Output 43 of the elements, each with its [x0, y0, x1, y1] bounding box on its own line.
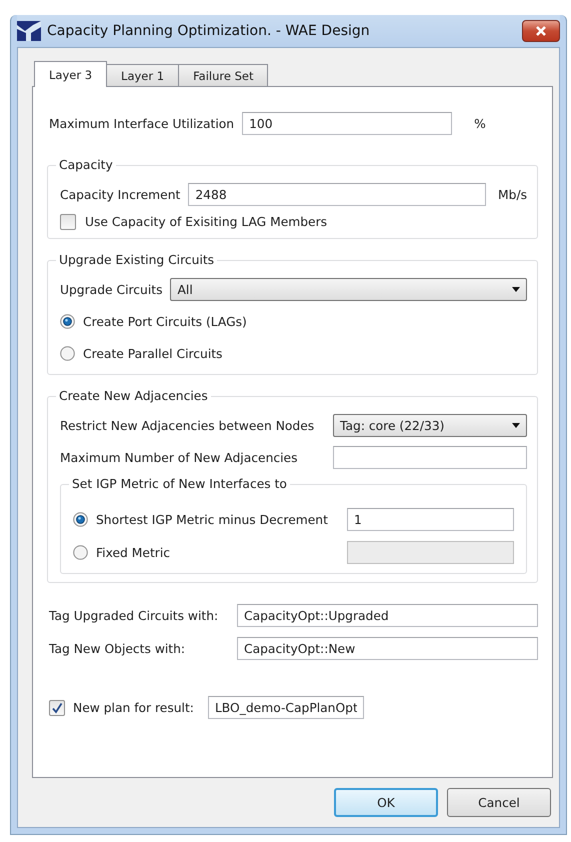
- radio-label: Shortest IGP Metric minus Decrement: [96, 512, 328, 526]
- app-logo-icon: [17, 21, 41, 41]
- radio-button[interactable]: [60, 346, 75, 361]
- field-label: Upgrade Circuits: [60, 282, 162, 296]
- checkbox-label: New plan for result:: [73, 700, 194, 714]
- caret-icon: [512, 287, 520, 292]
- cancel-button[interactable]: Cancel: [447, 788, 551, 817]
- checkbox[interactable]: [49, 700, 65, 716]
- group-title: Capacity: [58, 158, 114, 172]
- capacity-field[interactable]: 2488: [188, 183, 486, 206]
- nodes-dropdown[interactable]: Tag: core (22/33): [333, 414, 527, 437]
- group-title: Create New Adjacencies: [58, 389, 209, 403]
- checkbox[interactable]: [60, 214, 76, 230]
- radio-button[interactable]: [73, 512, 88, 527]
- adjacencies-field[interactable]: [333, 446, 527, 469]
- field-label: Tag Upgraded Circuits with:: [49, 608, 220, 622]
- checkbox-label: Use Capacity of Exisiting LAG Members: [85, 215, 328, 229]
- tab[interactable]: Layer 3: [34, 61, 108, 87]
- unit-label: Mb/s: [498, 188, 527, 202]
- metric-field[interactable]: 1: [347, 508, 514, 531]
- close-icon: [535, 25, 547, 37]
- radio-label: Create Port Circuits (LAGs): [83, 314, 247, 328]
- tag-field[interactable]: CapacityOpt::New: [237, 637, 538, 660]
- radio-label: Create Parallel Circuits: [83, 346, 222, 360]
- circuits-dropdown[interactable]: All: [170, 278, 527, 301]
- ok-button[interactable]: OK: [334, 788, 438, 817]
- field-label: Maximum Interface Utilization: [49, 116, 234, 130]
- tab[interactable]: Failure Set: [178, 64, 268, 86]
- radio-button[interactable]: [60, 314, 75, 329]
- unit-label: %: [474, 116, 486, 130]
- window-title: Capacity Planning Optimization. - WAE Design: [47, 23, 371, 39]
- tab[interactable]: Layer 1: [106, 64, 180, 86]
- caret-icon: [512, 423, 520, 428]
- field-label: Maximum Number of New Adjacencies: [60, 450, 299, 464]
- radio-label: Fixed Metric: [96, 546, 170, 560]
- utilization-field[interactable]: 100: [242, 112, 452, 135]
- group-title: Upgrade Existing Circuits: [58, 253, 216, 267]
- close-button[interactable]: [522, 20, 560, 42]
- field-label: Tag New Objects with:: [49, 642, 186, 656]
- group-title: Set IGP Metric of New Interfaces to: [71, 477, 288, 491]
- field-label: Restrict New Adjacencies between Nodes: [60, 418, 316, 432]
- field-label: Capacity Increment: [60, 188, 180, 202]
- tag-field[interactable]: CapacityOpt::Upgraded: [237, 604, 538, 627]
